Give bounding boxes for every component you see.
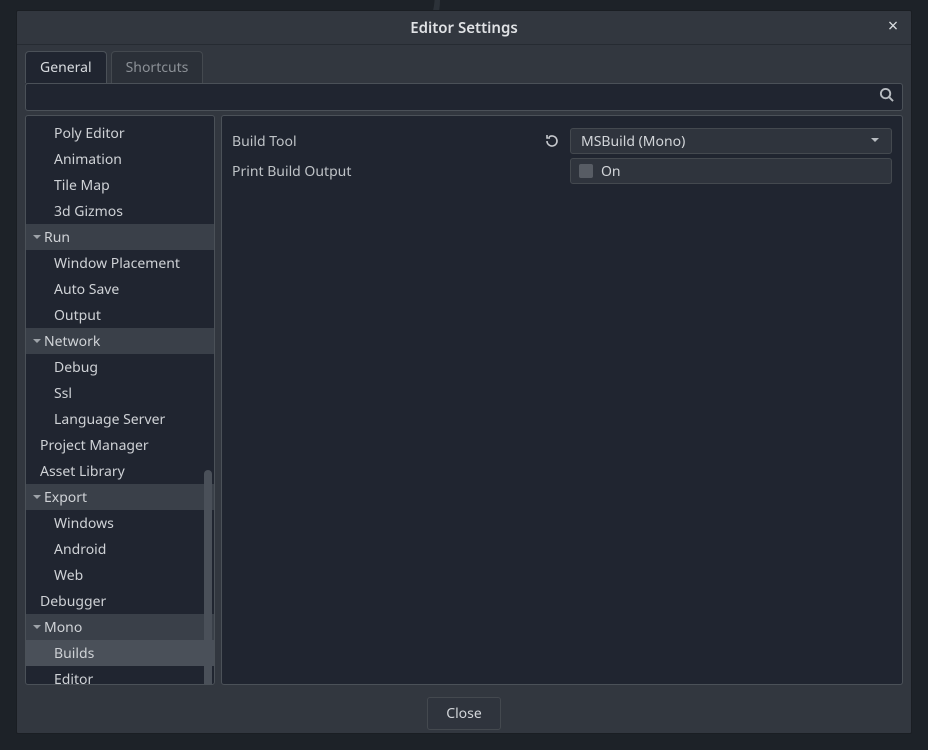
tree-item-label: Export (44, 488, 87, 507)
setting-build-tool: Build Tool MSBuild (Mono) (232, 126, 892, 156)
tree-item-label: Window Placement (54, 254, 180, 273)
tree-item-web[interactable]: Web (26, 562, 214, 588)
titlebar: Editor Settings × (17, 11, 911, 45)
dialog-body: Poly Editor Animation Tile Map 3d Gizmos Run… (25, 115, 903, 685)
close-button[interactable]: Close (427, 697, 501, 730)
tree-item-label: Web (54, 566, 83, 585)
tree-item-project-manager[interactable]: Project Manager (26, 432, 214, 458)
tree-item-label: Project Manager (40, 436, 149, 455)
search-row (25, 83, 903, 111)
tree-item-tile-map[interactable]: Tile Map (26, 172, 214, 198)
close-icon[interactable]: × (883, 17, 903, 37)
tree-item-android[interactable]: Android (26, 536, 214, 562)
chevron-down-icon (30, 492, 44, 502)
tree-item-label: 3d Gizmos (54, 202, 123, 221)
tree-item-windows[interactable]: Windows (26, 510, 214, 536)
tree-item-window-placement[interactable]: Window Placement (26, 250, 214, 276)
tree-item-label: Language Server (54, 410, 165, 429)
tree-item-debugger[interactable]: Debugger (26, 588, 214, 614)
tree-item-label: Run (44, 228, 70, 247)
setting-print-build-output: Print Build Output On (232, 156, 892, 186)
tree-item-label: Asset Library (40, 462, 125, 481)
chevron-down-icon (30, 232, 44, 242)
tree-item-label: Mono (44, 618, 82, 637)
tree-item-label: Auto Save (54, 280, 119, 299)
reset-icon[interactable] (542, 131, 562, 151)
checkbox-box (579, 164, 593, 178)
tree-item-label: Ssl (54, 384, 72, 403)
settings-tree: Poly Editor Animation Tile Map 3d Gizmos Run… (25, 115, 215, 685)
tree-item-editor[interactable]: Editor (26, 666, 214, 685)
tree-item-label: Network (44, 332, 100, 351)
tab-shortcuts[interactable]: Shortcuts (111, 51, 204, 83)
tree-item-asset-library[interactable]: Asset Library (26, 458, 214, 484)
settings-content: Build Tool MSBuild (Mono) (221, 115, 903, 685)
tree-item-poly-editor[interactable]: Poly Editor (26, 120, 214, 146)
tree-item-mono[interactable]: Mono (26, 614, 214, 640)
tree-item-builds[interactable]: Builds (26, 640, 214, 666)
dialog-title: Editor Settings (410, 18, 518, 38)
tree-item-ssl[interactable]: Ssl (26, 380, 214, 406)
tree-item-label: Debug (54, 358, 98, 377)
chevron-down-icon (30, 622, 44, 632)
tree-item-label: Android (54, 540, 106, 559)
print-build-output-checkbox[interactable]: On (570, 158, 892, 184)
dialog-footer: Close (17, 693, 911, 733)
tree-item-3d-gizmos[interactable]: 3d Gizmos (26, 198, 214, 224)
setting-label-build-tool: Build Tool (232, 132, 542, 151)
editor-settings-dialog: Editor Settings × General Shortcuts Poly… (16, 10, 912, 734)
build-tool-dropdown[interactable]: MSBuild (Mono) (570, 128, 892, 154)
search-input[interactable] (34, 89, 879, 105)
tree-item-label: Builds (54, 644, 94, 663)
tab-bar: General Shortcuts (17, 45, 911, 83)
tree-item-label: Windows (54, 514, 114, 533)
chevron-down-icon (869, 132, 881, 151)
tree-item-output[interactable]: Output (26, 302, 214, 328)
checkbox-label: On (601, 162, 621, 181)
tree-item-label: Poly Editor (54, 124, 125, 143)
tab-general[interactable]: General (25, 51, 107, 83)
tree-item-label: Editor (54, 670, 93, 686)
dropdown-value: MSBuild (Mono) (581, 132, 685, 151)
tree-item-debug[interactable]: Debug (26, 354, 214, 380)
tree-item-label: Animation (54, 150, 122, 169)
sidebar-scrollbar[interactable] (204, 470, 212, 685)
search-box (25, 83, 903, 111)
tree-item-auto-save[interactable]: Auto Save (26, 276, 214, 302)
tree-item-run[interactable]: Run (26, 224, 214, 250)
tree-item-export[interactable]: Export (26, 484, 214, 510)
tree-item-label: Debugger (40, 592, 106, 611)
tree-item-label: Output (54, 306, 101, 325)
chevron-down-icon (30, 336, 44, 346)
tree-item-label: Tile Map (54, 176, 110, 195)
tree-item-animation[interactable]: Animation (26, 146, 214, 172)
tree-item-language-server[interactable]: Language Server (26, 406, 214, 432)
tree-item-network[interactable]: Network (26, 328, 214, 354)
setting-label-print-build-output: Print Build Output (232, 162, 542, 181)
search-icon (879, 87, 894, 107)
